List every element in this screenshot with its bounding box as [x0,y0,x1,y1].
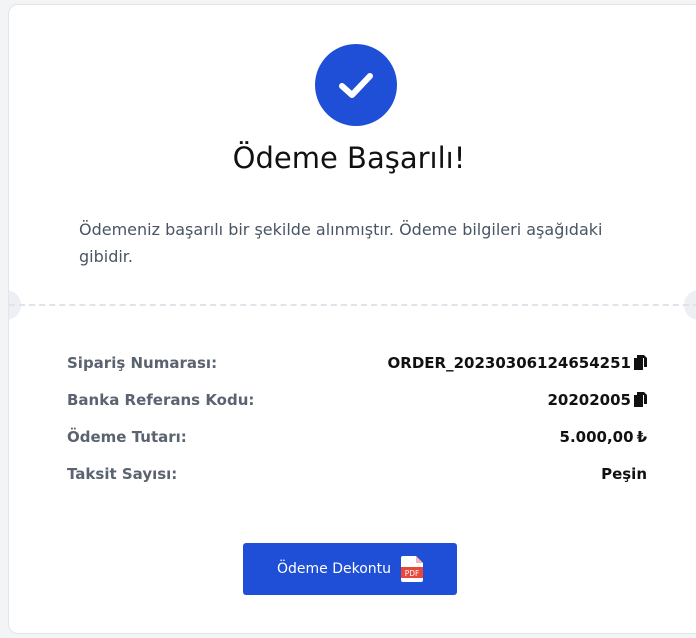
status-description: Ödemeniz başarılı bir şekilde alınmıştır… [79,220,603,266]
page-title: Ödeme Başarılı! [232,141,466,175]
pdf-file-icon: PDF [401,556,424,582]
detail-value: 5.000,00 ₺ [560,428,647,446]
detail-row-bank-reference: Banka Referans Kodu: 20202005 [67,381,647,418]
detail-value: 20202005 [547,390,647,409]
receipt-button-label: Ödeme Dekontu [276,561,392,577]
amount-value: 5.000,00 [559,427,634,446]
order-number-value: ORDER_20230306124654251 [387,353,631,372]
payment-details: Sipariş Numarası: ORDER_2023030612465425… [67,344,647,492]
detail-row-amount: Ödeme Tutarı: 5.000,00 ₺ [67,418,647,455]
bank-reference-value: 20202005 [547,390,632,409]
installment-value: Peşin [601,464,647,483]
copy-icon[interactable] [634,392,647,407]
detail-row-order-number: Sipariş Numarası: ORDER_2023030612465425… [67,344,647,381]
payment-result-card: Ödeme Başarılı! Ödemeniz başarılı bir şe… [8,4,696,634]
detail-label: Taksit Sayısı: [67,464,178,483]
payment-receipt-button[interactable]: Ödeme Dekontu PDF [243,543,457,595]
lira-currency-symbol: ₺ [636,427,647,446]
dashed-divider [9,304,696,306]
pdf-icon-text: PDF [405,569,420,578]
detail-label: Banka Referans Kodu: [67,390,255,409]
copy-icon[interactable] [634,355,647,370]
detail-label: Ödeme Tutarı: [67,427,187,446]
detail-label: Sipariş Numarası: [67,353,218,372]
detail-value: Peşin [601,465,647,483]
detail-row-installments: Taksit Sayısı: Peşin [67,455,647,492]
detail-value: ORDER_20230306124654251 [388,354,647,372]
success-check-icon [315,44,397,126]
